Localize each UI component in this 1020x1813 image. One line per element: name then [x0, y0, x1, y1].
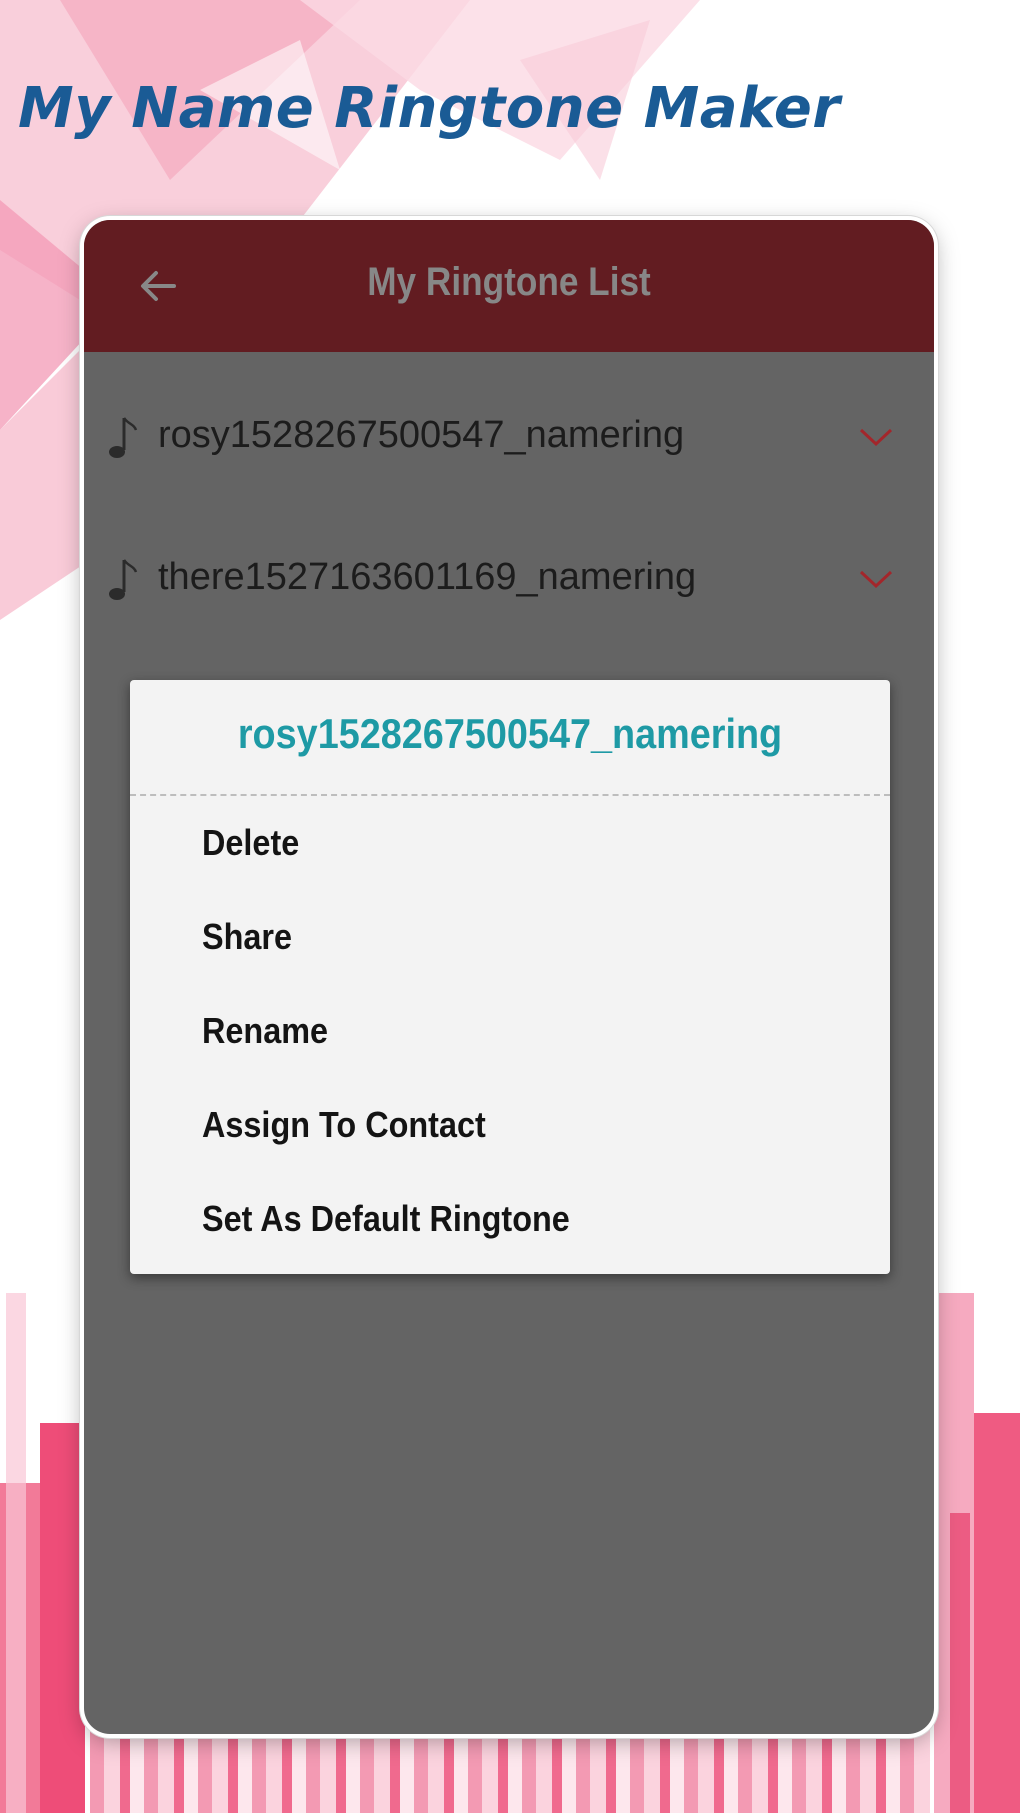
music-note-icon	[109, 559, 138, 600]
ringtone-options-dialog: rosy1528267500547_namering Delete Share …	[130, 680, 890, 1274]
chevron-down-icon[interactable]	[858, 426, 894, 448]
page-title: My Ringtone List	[367, 260, 651, 304]
chevron-down-icon[interactable]	[858, 568, 894, 590]
ringtone-list-item[interactable]: rosy1528267500547_namering	[84, 388, 934, 488]
promo-title: My Name Ringtone Maker	[18, 76, 841, 141]
ringtone-name: rosy1528267500547_namering	[158, 414, 685, 456]
share-option[interactable]: Share	[202, 916, 292, 976]
phone-screen: My Ringtone List rosy1528267500547_namer…	[84, 220, 934, 1734]
dialog-divider	[130, 794, 890, 796]
set-default-ringtone-option[interactable]: Set As Default Ringtone	[202, 1198, 570, 1258]
rename-option[interactable]: Rename	[202, 1010, 328, 1070]
ringtone-list-item[interactable]: there1527163601169_namering	[84, 530, 934, 630]
ringtone-name: there1527163601169_namering	[158, 556, 697, 598]
music-note-icon	[109, 417, 138, 458]
dialog-title: rosy1528267500547_namering	[237, 710, 783, 757]
assign-to-contact-option[interactable]: Assign To Contact	[202, 1104, 486, 1164]
delete-option[interactable]: Delete	[202, 822, 299, 882]
app-bar: My Ringtone List	[84, 220, 934, 352]
